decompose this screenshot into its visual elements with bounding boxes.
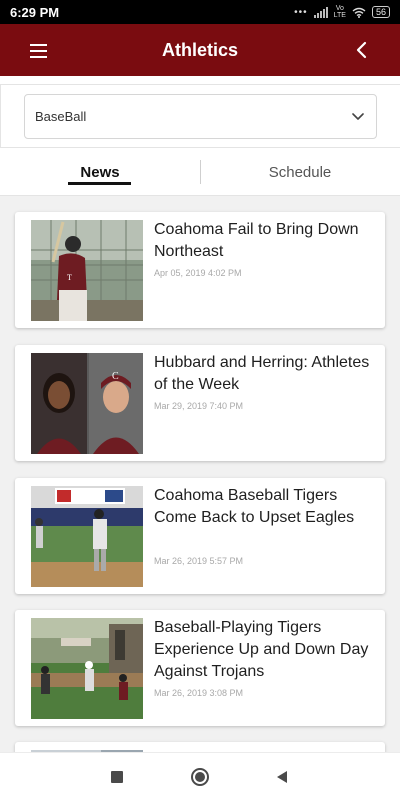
filter-area: BaseBall bbox=[0, 76, 400, 148]
news-thumbnail bbox=[31, 618, 143, 719]
tab-schedule-label: Schedule bbox=[268, 163, 332, 181]
tab-news[interactable]: News bbox=[68, 148, 132, 196]
system-nav-bar bbox=[0, 752, 400, 800]
network-vo: Vo bbox=[335, 5, 344, 12]
network-lte: LTE bbox=[333, 12, 346, 19]
status-bar: 6:29 PM ••• Vo LTE 56 bbox=[0, 0, 400, 24]
news-card[interactable]: C Hubbard and Herring: Athletes of the W… bbox=[15, 345, 385, 461]
triangle-back-icon[interactable] bbox=[262, 753, 302, 800]
chevron-left-icon[interactable] bbox=[350, 38, 372, 62]
page-title: Athletics bbox=[161, 39, 239, 60]
news-thumbnail: T bbox=[31, 220, 143, 321]
news-thumbnail bbox=[31, 486, 143, 587]
svg-text:T: T bbox=[67, 273, 72, 282]
tab-bar: News Schedule bbox=[0, 148, 400, 196]
news-list: T Coahoma Fail to Bring Down Northeast A… bbox=[0, 196, 400, 752]
cell-signal-icon bbox=[313, 6, 328, 18]
signal-dots-icon: ••• bbox=[294, 6, 308, 18]
circle-home-icon[interactable] bbox=[180, 753, 220, 800]
tab-news-label: News bbox=[80, 163, 120, 181]
news-card[interactable] bbox=[15, 742, 385, 752]
network-type: Vo LTE bbox=[334, 5, 346, 19]
tab-active-indicator bbox=[68, 182, 131, 185]
status-time: 6:29 PM bbox=[10, 4, 60, 20]
news-title: Hubbard and Herring: Athletes of the Wee… bbox=[154, 354, 370, 393]
svg-text:C: C bbox=[112, 371, 119, 382]
tab-divider bbox=[200, 160, 201, 184]
tab-schedule[interactable]: Schedule bbox=[258, 148, 342, 196]
sport-select-value: BaseBall bbox=[35, 109, 87, 124]
news-date: Apr 05, 2019 4:02 PM bbox=[154, 268, 242, 278]
news-title: Coahoma Baseball Tigers Come Back to Ups… bbox=[154, 487, 355, 526]
status-icons: ••• Vo LTE 56 bbox=[294, 5, 390, 19]
news-date: Mar 29, 2019 7:40 PM bbox=[154, 401, 244, 411]
chevron-down-icon bbox=[352, 113, 364, 120]
news-card[interactable]: Coahoma Baseball Tigers Come Back to Ups… bbox=[15, 478, 385, 594]
sport-select-dropdown[interactable]: BaseBall bbox=[24, 94, 377, 139]
news-card[interactable]: Baseball-Playing Tigers Experience Up an… bbox=[15, 610, 385, 726]
battery-icon: 56 bbox=[371, 6, 390, 18]
news-card[interactable]: T Coahoma Fail to Bring Down Northeast A… bbox=[15, 212, 385, 328]
wifi-icon bbox=[352, 7, 366, 18]
news-title: Baseball-Playing Tigers Experience Up an… bbox=[154, 619, 369, 680]
news-date: Mar 26, 2019 3:08 PM bbox=[154, 688, 244, 698]
square-recents-icon[interactable] bbox=[97, 753, 137, 800]
hamburger-menu-icon[interactable] bbox=[22, 40, 56, 62]
news-date: Mar 26, 2019 5:57 PM bbox=[154, 556, 244, 566]
news-title: Coahoma Fail to Bring Down Northeast bbox=[154, 221, 359, 260]
app-header: Athletics bbox=[0, 24, 400, 76]
news-thumbnail: C bbox=[31, 353, 143, 454]
